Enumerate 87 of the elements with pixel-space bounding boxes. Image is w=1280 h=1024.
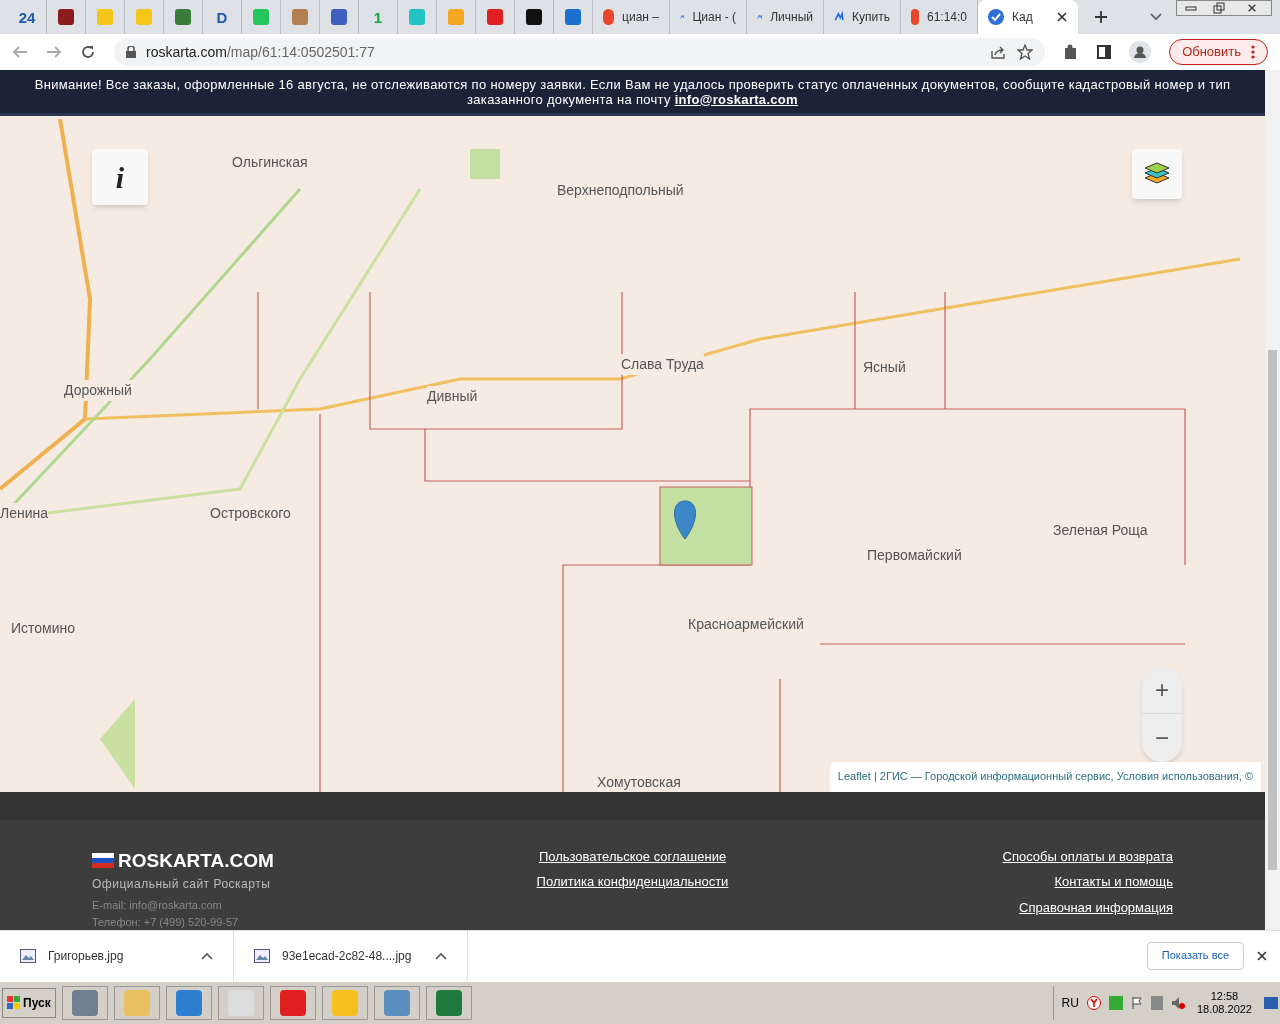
browser-tray-icon[interactable] — [1086, 996, 1101, 1010]
zoom-in-button[interactable]: + — [1142, 666, 1182, 715]
taskbar-app-icon[interactable] — [165, 986, 212, 1020]
tab-title: Кад — [1012, 9, 1033, 26]
close-icon[interactable] — [1056, 11, 1068, 23]
site-icon — [97, 9, 113, 25]
reload-icon[interactable] — [80, 44, 96, 60]
site-icon — [526, 9, 542, 25]
more-icon — [1251, 45, 1255, 59]
notice-text: Внимание! Все заказы, оформленные 16 августа, не отслеживаются по номеру заявки. Если Вам не удалось проверить статус оплаченных документов, сообщите кадастровый номер и тип заказанного документа на почту info@roskarta.com — [33, 76, 1232, 107]
clock-date: 18.08.2022 — [1196, 1003, 1252, 1016]
footer-link[interactable]: Справочная информация — [1019, 897, 1173, 917]
site-icon: 24 — [18, 9, 36, 25]
flag-icon[interactable] — [1130, 996, 1143, 1010]
language-indicator[interactable]: RU — [1061, 994, 1079, 1012]
close-icon[interactable] — [1256, 949, 1268, 962]
forward-icon[interactable] — [46, 45, 62, 59]
file-name: 93e1ecad-2c82-48....jpg — [282, 947, 412, 965]
footer-link[interactable]: Контакты и помощь — [1054, 872, 1173, 892]
footer-link[interactable]: Пользовательское соглашение — [538, 846, 727, 866]
site-icon: 1 — [373, 9, 383, 25]
caret-icon[interactable] — [201, 951, 213, 960]
tagline: Официальный сайт Роскарты — [92, 876, 272, 893]
taskbar-app-icon[interactable] — [269, 986, 316, 1020]
tab-title: циан – — [622, 9, 659, 26]
caret-icon[interactable] — [435, 951, 447, 960]
image-file-icon — [20, 948, 36, 963]
site-icon — [253, 9, 269, 25]
tab-title: Купить — [852, 9, 890, 26]
email-text: E-mail: info@roskarta.com — [92, 898, 223, 913]
taskbar-app-icon[interactable] — [425, 986, 472, 1020]
browser-tab[interactable]: Кад — [978, 0, 1078, 34]
site-icon — [409, 9, 425, 25]
site-icon — [487, 9, 503, 25]
site-icon — [175, 9, 191, 25]
url-text: roskarta.com/map/61:14:0502501:77 — [146, 42, 375, 62]
site-icon — [565, 9, 581, 25]
flag-icon — [92, 853, 114, 869]
email-link[interactable]: info@roskarta.com — [674, 91, 798, 107]
site-logo: ROSKARTA.COM — [118, 848, 274, 873]
restore-icon[interactable] — [1213, 2, 1225, 14]
tab-title: Циан - ( — [692, 9, 736, 26]
site-icon — [58, 9, 74, 25]
minimize-icon[interactable] — [1185, 4, 1197, 12]
taskbar-app-icon[interactable] — [217, 986, 264, 1020]
site-icon — [331, 9, 347, 25]
file-name: Григорьев.jpg — [48, 947, 124, 965]
sidebar-icon[interactable] — [1097, 45, 1112, 59]
star-icon[interactable] — [1017, 44, 1034, 60]
windows-logo-icon — [7, 996, 21, 1010]
tray-icon[interactable] — [1108, 996, 1123, 1010]
layers-button[interactable] — [1132, 149, 1182, 200]
check-badge-icon — [988, 9, 1004, 25]
footer-link[interactable]: Политика конфиденциальности — [536, 872, 729, 892]
site-icon: D — [216, 9, 228, 25]
close-icon[interactable] — [1247, 3, 1257, 13]
footer-link[interactable]: Способы оплаты и возврата — [1002, 846, 1173, 866]
start-button[interactable]: Пуск — [2, 988, 56, 1018]
site-icon — [911, 9, 919, 25]
image-file-icon — [254, 948, 270, 963]
share-icon[interactable] — [991, 45, 1008, 59]
new-tab-icon[interactable] — [1094, 10, 1108, 24]
profile-icon[interactable] — [1129, 41, 1152, 63]
back-icon[interactable] — [12, 45, 28, 59]
zoom-out-button[interactable]: − — [1142, 714, 1182, 763]
tab-title: Личный — [770, 9, 813, 26]
caret-icon[interactable] — [1150, 13, 1162, 21]
address-field[interactable]: roskarta.com/map/61:14:0502501:77 — [114, 38, 1046, 66]
site-icon — [603, 9, 615, 25]
phone-text: Телефон: +7 (499) 520-99-57 — [92, 914, 240, 930]
speaker-icon[interactable] — [1170, 996, 1185, 1010]
lock-icon — [126, 46, 136, 58]
update-button[interactable]: Обновить — [1169, 39, 1268, 65]
clock-time: 12:58 — [1210, 990, 1239, 1003]
scrollbar[interactable] — [1265, 70, 1280, 930]
taskbar-app-icon[interactable] — [373, 986, 420, 1020]
site-icon — [292, 9, 308, 25]
taskbar-app-icon[interactable] — [61, 986, 108, 1020]
attribution-text: Leaflet | 2ГИС — Городской информационный сервис, Условия использования, © — [829, 761, 1261, 792]
tab-title: 61:14:0 — [926, 9, 967, 26]
site-icon — [448, 9, 464, 25]
place-label: Дорожный — [64, 380, 132, 402]
tray-icon[interactable] — [1150, 996, 1163, 1010]
site-icon — [136, 9, 152, 25]
place-label: Слава Труда — [621, 354, 704, 376]
info-button[interactable]: i — [92, 149, 148, 206]
show-all-button[interactable]: Показать все — [1146, 941, 1244, 970]
